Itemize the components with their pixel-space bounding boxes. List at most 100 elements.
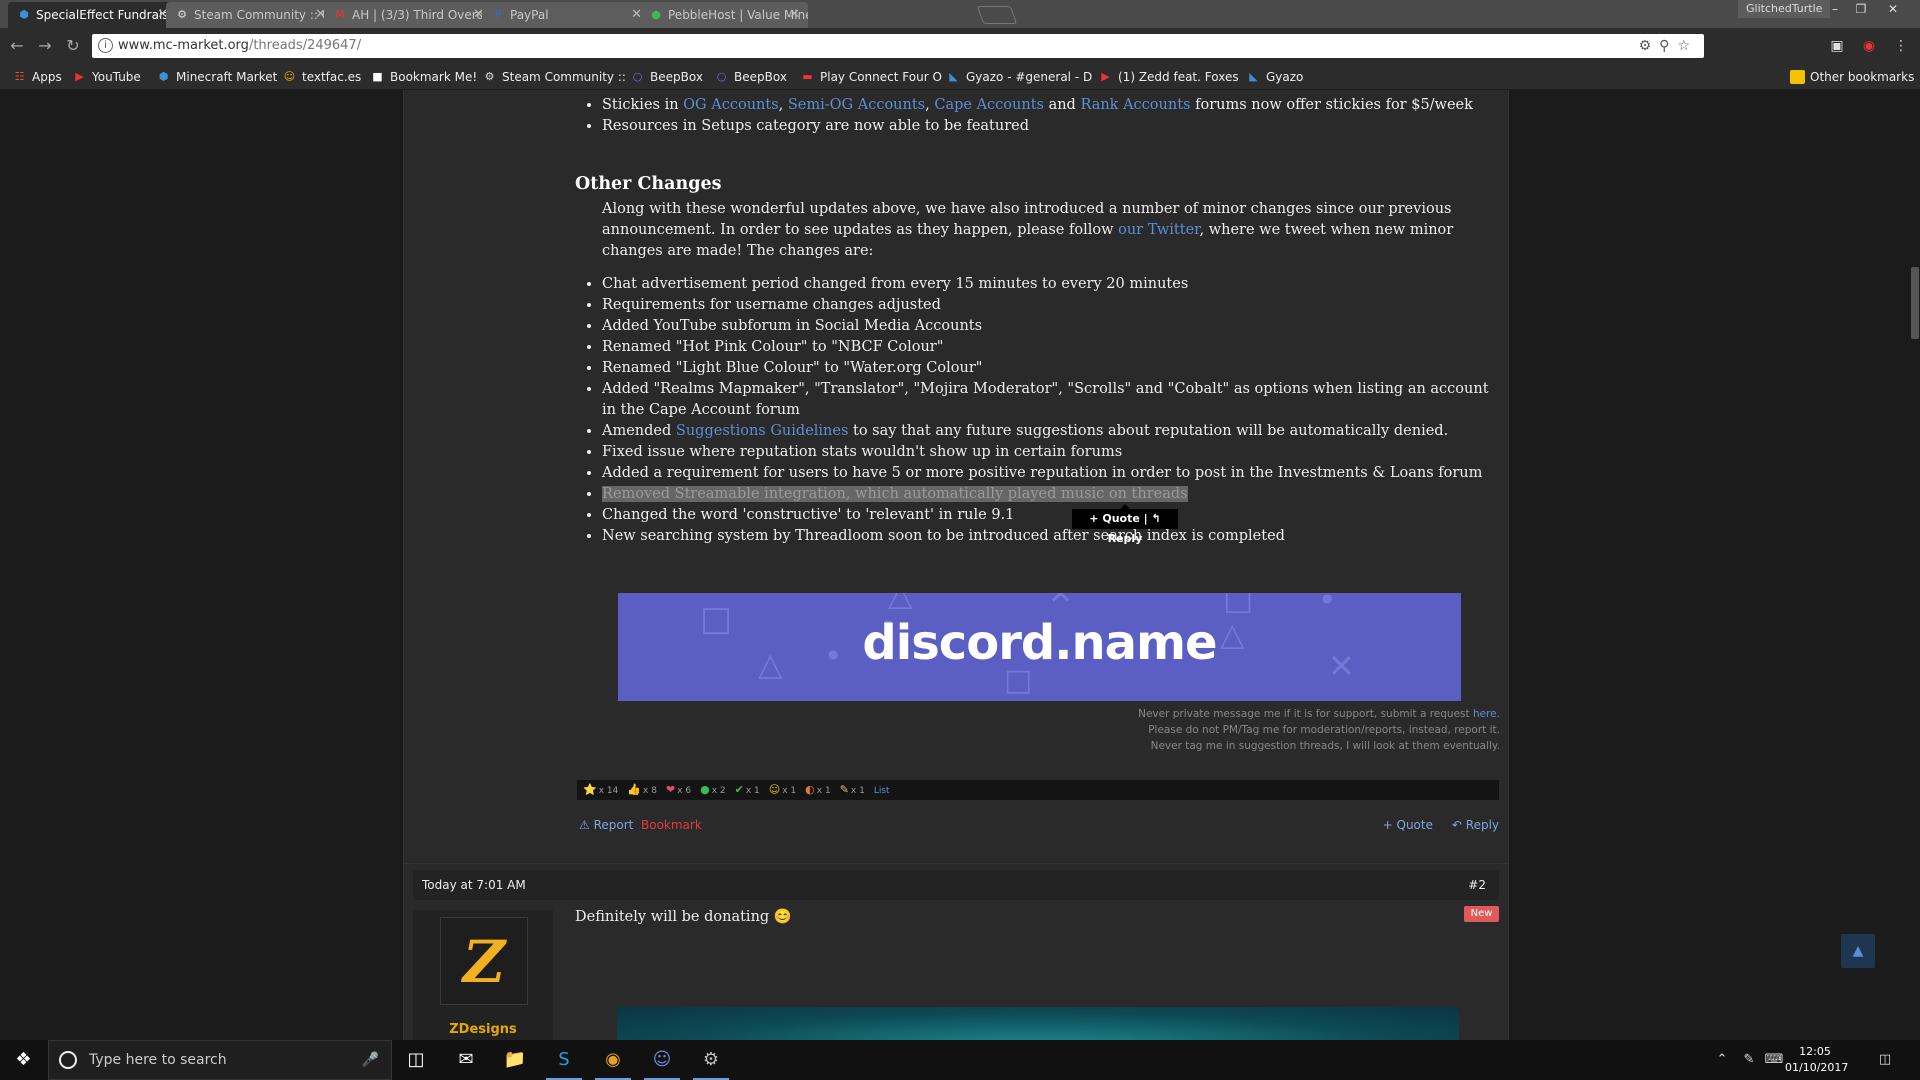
bookmark-label: YouTube <box>92 70 141 84</box>
post-2-image <box>617 1007 1459 1040</box>
file-explorer-icon[interactable]: 📁 <box>491 1040 539 1080</box>
report-link[interactable]: ⚠ Report <box>579 818 633 832</box>
keyboard-icon[interactable]: ⌨ <box>1762 1040 1786 1080</box>
text-segment: New searching system by Threadloom soon … <box>602 528 1285 544</box>
rating-item[interactable]: ❤ x 6 <box>666 783 691 796</box>
banner-text: discord.name <box>862 615 1217 671</box>
ratings-list-link[interactable]: List <box>874 786 890 796</box>
mail-icon[interactable]: ✉ <box>442 1040 490 1080</box>
other-bookmarks[interactable]: Other bookmarks <box>1790 68 1914 86</box>
task-view-icon[interactable]: ◫ <box>392 1040 440 1080</box>
inline-link[interactable]: here <box>1473 708 1497 720</box>
browser-tab[interactable]: ⚙ Steam Community :: Gen ✕ <box>166 2 334 28</box>
bookmark-item[interactable]: ◣ Gyazo - #general - D <box>946 68 1092 86</box>
folder-icon <box>1790 70 1805 84</box>
bookmark-item[interactable]: ■ Bookmark Me! <box>370 68 477 86</box>
rating-item[interactable]: ✔ x 1 <box>735 783 760 796</box>
steam-icon[interactable]: ⚙ <box>687 1040 735 1080</box>
bookmark-item[interactable]: ▶ (1) Zedd feat. Foxes <box>1098 68 1238 86</box>
reply-link[interactable]: ↶ Reply <box>1452 818 1499 832</box>
rating-item[interactable]: ◐ x 1 <box>805 783 831 796</box>
browser-tab[interactable]: ⬢ SpecialEffect Fundraiser ✕ <box>8 2 176 28</box>
browser-tab[interactable]: ● PebbleHost | Value Mine ✕ <box>640 2 808 28</box>
post-number[interactable]: #2 <box>1468 870 1486 900</box>
info-icon[interactable]: i <box>98 38 113 53</box>
bookmark-item[interactable]: ▬ Play Connect Four O <box>800 68 942 86</box>
post-2-text: Definitely will be donating 😊 <box>575 909 792 925</box>
inline-link[interactable]: Semi-OG Accounts <box>788 97 925 113</box>
bookmark-item[interactable]: ○ BeepBox <box>630 68 703 86</box>
taskbar-search[interactable]: Type here to search 🎤 <box>48 1040 392 1080</box>
chrome-icon[interactable]: ◉ <box>589 1040 637 1080</box>
inline-link[interactable]: Suggestions Guidelines <box>676 423 849 439</box>
triangle-shape: △ <box>888 593 913 613</box>
discord-banner[interactable]: □ △ ● ● △ ✕ □ □ △ ● ✕ discord.name <box>618 593 1461 701</box>
rating-item[interactable]: ● x 2 <box>700 783 726 796</box>
skype-icon[interactable]: S <box>540 1040 588 1080</box>
microphone-icon[interactable]: 🎤 <box>362 1041 379 1079</box>
quote-reply-popup[interactable]: + Quote | ↰ Reply <box>1072 504 1178 545</box>
rating-item[interactable]: ☺ x 1 <box>769 783 796 796</box>
zoom-icon[interactable]: ⚲ <box>1659 38 1677 54</box>
bookmark-item[interactable]: ☷ Apps <box>12 68 62 86</box>
inline-link[interactable]: Cape Accounts <box>934 97 1044 113</box>
clock[interactable]: 12:05 01/10/2017 <box>1785 1044 1848 1076</box>
rating-item[interactable]: 👍 x 8 <box>627 783 657 796</box>
back-icon[interactable]: ← <box>6 36 28 56</box>
notification-icon[interactable]: ◫ <box>1870 1040 1900 1080</box>
bookmark-item[interactable]: ◣ Gyazo <box>1246 68 1303 86</box>
star-icon[interactable]: ☆ <box>1677 38 1698 54</box>
scroll-to-top-button[interactable]: ▲ <box>1841 934 1875 968</box>
text-segment: Stickies in <box>602 97 684 113</box>
discord-icon[interactable]: ☺ <box>638 1040 686 1080</box>
tab-title: AH | (3/3) Third Overdue <box>352 8 492 22</box>
quote-link[interactable]: + Quote <box>1383 818 1433 832</box>
steam-icon: ⚙ <box>484 70 495 83</box>
tab-close-icon[interactable]: ✕ <box>789 2 800 28</box>
new-tab-button[interactable] <box>976 6 1018 24</box>
extension-puzzle-icon[interactable]: ⚙ <box>1639 38 1660 54</box>
post-date[interactable]: Today at 7:01 AM <box>422 870 526 900</box>
tab-title: Steam Community :: Gen <box>194 8 334 22</box>
avatar[interactable]: Z <box>440 917 528 1005</box>
profile-button[interactable]: GlitchedTurtle <box>1738 0 1831 18</box>
list-item: Added "Realms Mapmaker", "Translator", "… <box>602 379 1502 421</box>
username[interactable]: ZDesigns <box>413 1022 553 1037</box>
bookmark-link[interactable]: Bookmark <box>641 818 702 832</box>
inline-link[interactable]: Rank Accounts <box>1080 97 1190 113</box>
minimize-icon[interactable]: – <box>1823 0 1847 18</box>
rating-item[interactable]: ✎ x 1 <box>840 783 865 796</box>
rating-count: x 14 <box>598 786 619 796</box>
bookmark-item[interactable]: ☺ textfac.es <box>282 68 362 86</box>
tray-expand-icon[interactable]: ⌃ <box>1712 1040 1732 1080</box>
beepbox-icon: ○ <box>716 70 727 83</box>
menu-icon[interactable]: ⋮ <box>1892 37 1910 55</box>
inline-link[interactable]: our Twitter <box>1118 222 1199 238</box>
tab-title: SpecialEffect Fundraiser <box>36 8 176 22</box>
rating-item[interactable]: ⭐ x 14 <box>583 783 619 796</box>
restore-icon[interactable]: ❐ <box>1849 0 1873 18</box>
bookmark-item[interactable]: ○ BeepBox <box>714 68 787 86</box>
bookmark-item[interactable]: ▶ YouTube <box>72 68 141 86</box>
close-window-icon[interactable]: ✕ <box>1881 0 1905 18</box>
scrollbar[interactable] <box>1910 90 1920 1040</box>
browser-tab[interactable]: P PayPal ✕ <box>482 2 650 28</box>
rating-count: x 1 <box>816 786 831 796</box>
bookmark-label: Apps <box>32 70 62 84</box>
pen-icon[interactable]: ✎ <box>1737 1040 1761 1080</box>
list-item: Removed Streamable integration, which au… <box>602 484 1502 505</box>
windows-start-icon[interactable]: ❖ <box>0 1040 47 1080</box>
forward-icon[interactable]: → <box>34 36 56 56</box>
square-shape: □ <box>1223 593 1254 617</box>
cast-icon[interactable]: ▣ <box>1828 37 1846 55</box>
list-item: Changed the word 'constructive' to 'rele… <box>602 505 1502 526</box>
reload-icon[interactable]: ↻ <box>62 36 84 56</box>
bookmark-item[interactable]: ⚙ Steam Community :: <box>482 68 626 86</box>
url-input[interactable]: i www.mc-market.org/threads/249647/ ⚙⚲☆ <box>92 34 1704 58</box>
adblock-icon[interactable]: ◉ <box>1860 37 1878 55</box>
text-segment: and <box>1043 97 1081 113</box>
bookmark-item[interactable]: ⬢ Minecraft Market <box>156 68 278 86</box>
browser-tab[interactable]: M AH | (3/3) Third Overdue ✕ <box>324 2 492 28</box>
scrollbar-thumb[interactable] <box>1911 267 1919 339</box>
inline-link[interactable]: OG Accounts <box>683 97 778 113</box>
